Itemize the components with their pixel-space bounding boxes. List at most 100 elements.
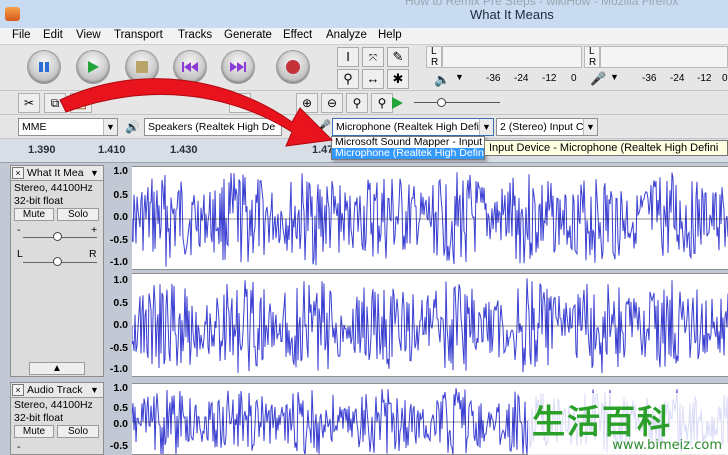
menu-file[interactable]: File [12,29,31,41]
paste-button[interactable]: 📋 [70,93,92,113]
waveform-track1-left[interactable] [132,166,728,270]
stop-button[interactable] [126,51,158,83]
mute-button-2[interactable]: Mute [14,425,54,438]
tools-toolbar: I ⤧ ✎ ⚲ ↔ ✱ [337,47,417,91]
menu-generate[interactable]: Generate [224,29,272,41]
pan-knob[interactable] [53,257,62,266]
solo-button[interactable]: Solo [57,208,99,221]
playback-meter[interactable] [442,46,582,68]
track-control-panel-2: × Audio Track ▼ Stereo, 44100Hz 32-bit f… [10,382,104,455]
skip-to-start-button[interactable] [174,51,206,83]
chevron-down-icon[interactable]: ▼ [455,72,464,82]
gain-plus-label: + [91,224,98,236]
track-name-2[interactable]: Audio Track [27,384,87,397]
menu-analyze[interactable]: Analyze [326,29,367,41]
track1-scale: -0.5 [109,234,128,246]
track1-scale: 0.0 [113,211,128,223]
track1-scale: -1.0 [109,363,128,375]
track-bitdepth: 32-bit float [14,195,64,207]
timer-button[interactable]: ⏱ [229,93,251,113]
gain-minus-label-2: - [17,441,21,453]
track2-scale: 1.0 [113,382,128,394]
gain-knob[interactable] [53,232,62,241]
output-speaker-icon: 🔊 [125,120,140,134]
play-icon [77,51,109,83]
dropdown-option-microphone[interactable]: Microphone (Realtek High Defini [332,148,484,159]
collapse-icon: ▲ [52,363,62,374]
meter2-scale-0: 0 [722,73,728,84]
play-button[interactable] [77,51,109,83]
meter2-l-label: L [589,46,595,57]
waveform-track1-right[interactable] [132,273,728,377]
meter-r-label: R [431,57,439,68]
zoom-in-button[interactable]: ⊕ [296,93,318,113]
meter-scale-0: 0 [571,73,577,84]
meter-scale-24: -24 [514,73,529,84]
meter2-r-label: R [589,57,597,68]
audio-host-value: MME [22,121,47,133]
copy-button[interactable]: ⧉ [44,93,66,113]
input-device-tooltip: Input Device - Microphone (Realtek High … [484,140,728,156]
record-button[interactable] [277,51,309,83]
chevron-down-icon-2[interactable]: ▼ [610,72,619,82]
solo-button-2[interactable]: Solo [57,425,99,438]
chevron-down-icon-track-menu-2[interactable]: ▼ [90,385,99,395]
play-speed-knob[interactable] [437,98,446,107]
play-at-speed-button[interactable] [386,93,408,113]
clipboard-icon: 📋 [73,96,89,110]
envelope-tool[interactable]: ⤧ [362,47,384,67]
zoom-out-button[interactable]: ⊖ [321,93,343,113]
time-shift-tool[interactable]: ↔ [362,69,384,89]
pan-left-label: L [17,248,23,260]
audio-host-select[interactable]: MME ▼ [18,118,118,136]
track-header: × What It Mea ▼ [11,166,103,181]
track1-scale: 0.5 [113,189,128,201]
output-device-select[interactable]: Speakers (Realtek High De [144,118,282,136]
multi-tool[interactable]: ✱ [387,69,409,89]
menu-effect[interactable]: Effect [283,29,312,41]
menu-view[interactable]: View [76,29,101,41]
stop-icon [126,51,158,83]
dropdown-option-sound-mapper[interactable]: Microsoft Sound Mapper - Input [332,137,484,148]
speaker-icon[interactable]: 🔈 [434,72,450,88]
mute-button[interactable]: Mute [14,208,54,221]
input-channels-select[interactable]: 2 (Stereo) Input C ▼ [496,118,598,136]
selection-tool[interactable]: I [337,47,359,67]
menu-transport[interactable]: Transport [114,29,163,41]
track1-scale: 1.0 [113,165,128,177]
skip-to-end-button[interactable] [222,51,254,83]
input-microphone-icon: 🎤 [316,119,331,133]
meter2-scale-36: -36 [642,73,657,84]
cut-button[interactable]: ✂ [18,93,40,113]
menu-tracks[interactable]: Tracks [178,29,212,41]
chevron-down-icon-track-menu[interactable]: ▼ [90,168,99,178]
track1-scale: -0.5 [109,342,128,354]
track-name[interactable]: What It Mea [27,167,87,180]
envelope-icon: ⤧ [369,53,377,64]
record-icon [277,51,309,83]
gain-minus-label: - [17,224,21,236]
collapse-track-button[interactable]: ▲ [29,362,85,375]
pan-right-label: R [89,248,97,260]
track2-scale: 0.0 [113,418,128,430]
fit-selection-button[interactable]: ⚲ [346,93,368,113]
pause-button[interactable] [28,51,60,83]
menu-help[interactable]: Help [378,29,402,41]
close-icon-2[interactable]: × [12,384,24,396]
input-device-select[interactable]: Microphone (Realtek High Defi ▼ [332,118,494,136]
record-meter[interactable] [600,46,728,68]
menu-edit[interactable]: Edit [43,29,63,41]
play-speed-slider[interactable] [414,102,500,103]
stopwatch-icon: ⏱ [235,95,245,110]
close-icon[interactable]: × [12,167,24,179]
microphone-icon[interactable]: 🎤 [590,71,606,87]
timeline-tick: 1.410 [98,144,126,156]
output-device-value: Speakers (Realtek High De [148,121,276,133]
track2-scale: 0.5 [113,402,128,414]
input-channels-value: 2 (Stereo) Input C [500,121,584,133]
draw-tool[interactable]: ✎ [387,47,409,67]
i-beam-icon: I [346,49,350,64]
meter-left-channel-box: L R [426,46,442,68]
pause-icon [28,51,60,83]
zoom-tool[interactable]: ⚲ [337,69,359,89]
